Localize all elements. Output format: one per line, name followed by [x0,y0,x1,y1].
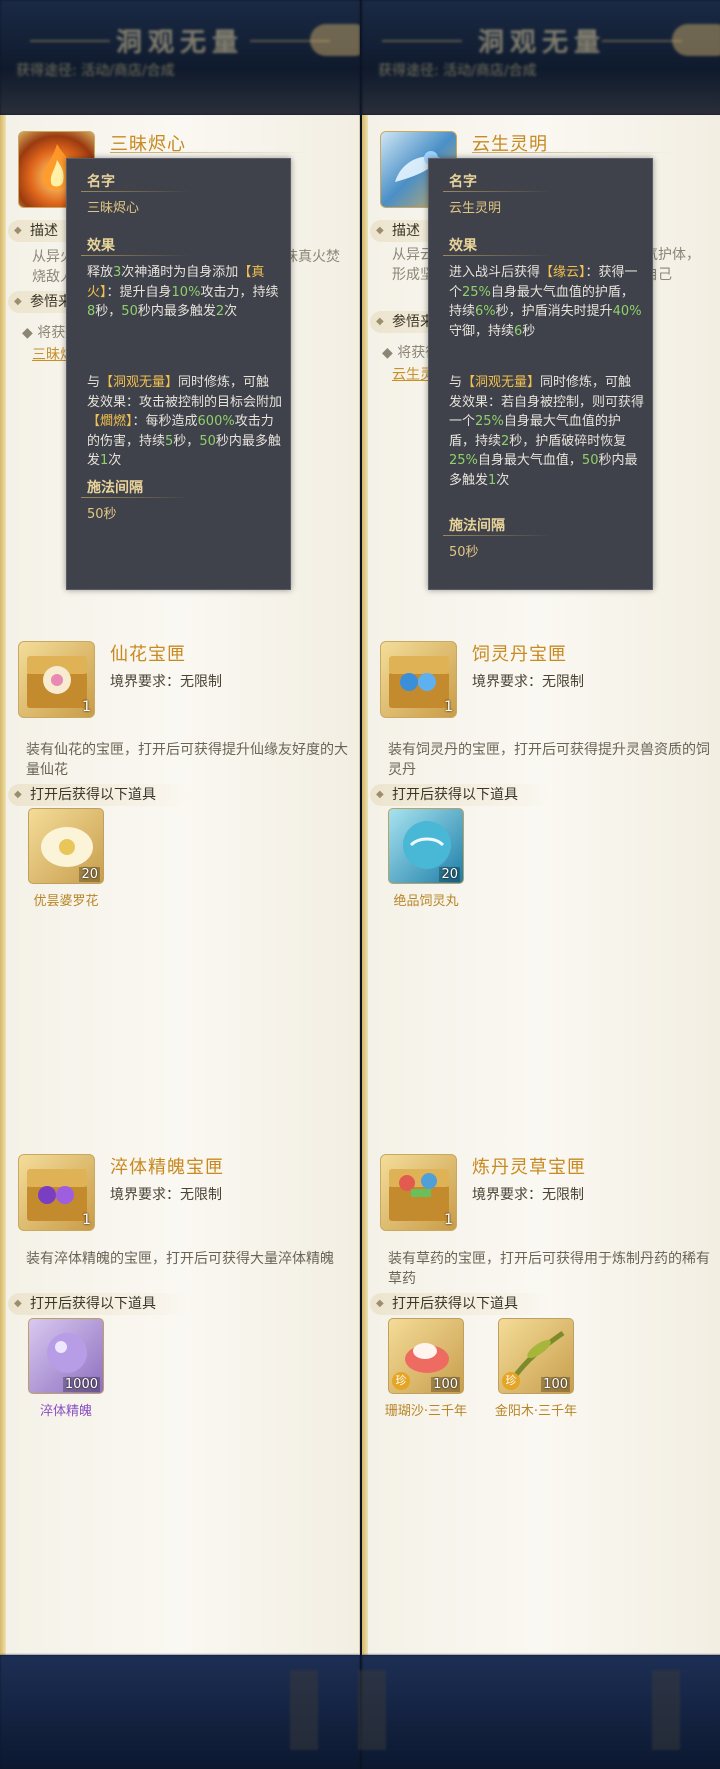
reward-item[interactable]: 珍 100 [388,1318,464,1394]
section-header-contents: 打开后获得以下道具 [8,1293,188,1315]
reward-item[interactable]: 1000 [28,1318,104,1394]
skill-tooltip: 名字 云生灵明 效果 进入战斗后获得【缘云】：获得一个25%自身最大气血值的护盾… [428,158,653,590]
item-detail-card: 1 仙花宝匣 境界要求：无限制 装有仙花的宝匣，打开后可获得提升仙缘友好度的大量… [0,625,360,1138]
section-header-contents: 打开后获得以下道具 [370,1293,550,1315]
tooltip-cast-value: 50秒 [87,507,117,522]
reward-item-name: 淬体精魄 [39,1404,92,1419]
item-name: 饲灵丹宝匣 [472,644,567,665]
reward-item[interactable]: 20 [388,808,464,884]
item-name: 淬体精魄宝匣 [110,1157,224,1178]
blurred-header: 洞观无量 获得途径: 活动/商店/合成 [0,0,360,115]
realm-requirement: 境界要求：无限制 [472,674,584,690]
blurred-footer [358,1655,720,1769]
header-subtitle: 获得途径: 活动/商店/合成 [16,63,175,79]
header-button[interactable] [672,24,720,56]
section-header-contents: 打开后获得以下道具 [8,784,188,806]
item-detail-card: 1 炼丹灵草宝匣 境界要求：无限制 装有草药的宝匣，打开后可获得用于炼制丹药的稀… [362,1138,720,1655]
reward-item-name: 金阳木·三千年 [494,1404,578,1419]
tooltip-effect-label: 效果 [87,238,115,254]
item-description: 装有饲灵丹的宝匣，打开后可获得提升灵兽资质的饲灵丹 [388,742,710,778]
treasure-chest-icon: 1 [18,641,95,718]
divider [81,191,191,192]
footer-button[interactable] [290,1670,318,1750]
reward-item[interactable]: 20 [28,808,104,884]
tooltip-name-label: 名字 [449,174,477,190]
item-description: 装有仙花的宝匣，打开后可获得提升仙缘友好度的大量仙花 [26,742,348,778]
realm-requirement: 境界要求：无限制 [472,1187,584,1203]
divider [81,497,191,498]
item-name: 仙花宝匣 [110,644,186,665]
skill-detail-card: 云生灵明 描述 从异云中凝聚而出的灵明之气，以周遭灵气护体，形成坚固的护盾，讲求… [362,115,720,625]
item-detail-card: 1 饲灵丹宝匣 境界要求：无限制 装有饲灵丹的宝匣，打开后可获得提升灵兽资质的饲… [362,625,720,1138]
divider [443,255,553,256]
reward-item[interactable]: 珍 100 [498,1318,574,1394]
header-divider [602,40,682,42]
skill-detail-card: 三昧烬心 描述 从异火中提炼而出的真火之种，可召唤三昧真火焚烧敌人，造成持续灼烧… [0,115,360,625]
tooltip-effect-p1: 进入战斗后获得【缘云】：获得一个25%自身最大气血值的护盾，持续6%秒，护盾消失… [449,265,642,339]
realm-requirement: 境界要求：无限制 [110,674,222,690]
divider [443,535,553,536]
reward-item-name: 绝品饲灵丸 [393,894,459,909]
divider [443,191,553,192]
name-underline [110,152,310,153]
tooltip-effect-p2: 与【洞观无量】同时修炼，可触发效果：若自身被控制，则可获得一个25%自身最大气血… [449,375,645,488]
tooltip-cast-value: 50秒 [449,545,479,560]
left-column: 洞观无量 获得途径: 活动/商店/合成 三昧烬心 描述 从异火中提炼而出的真火之… [0,0,360,1769]
realm-requirement: 境界要求：无限制 [110,1187,222,1203]
tooltip-cast-label: 施法间隔 [449,518,505,534]
divider [81,255,191,256]
tooltip-effect-p2: 与【洞观无量】同时修炼，可触发效果：攻击被控制的目标会附加【爓燃】：每秒造成60… [87,375,283,468]
skill-tooltip: 名字 三昧烬心 效果 释放3次神通时为自身添加【真火】：提升自身10%攻击力，持… [66,158,291,590]
treasure-chest-icon: 1 [18,1154,95,1231]
reward-item-name: 优昙婆罗花 [33,894,99,909]
reward-item-name: 珊瑚沙·三千年 [384,1404,468,1419]
tooltip-effect-p1: 释放3次神通时为自身添加【真火】：提升自身10%攻击力，持续8秒，50秒内最多触… [87,265,279,319]
section-header-contents: 打开后获得以下道具 [370,784,550,806]
footer-button[interactable] [652,1670,680,1750]
tooltip-name-value: 云生灵明 [449,201,502,216]
item-description: 装有草药的宝匣，打开后可获得用于炼制丹药的稀有草药 [388,1251,710,1287]
item-name: 炼丹灵草宝匣 [472,1157,586,1178]
footer-button[interactable] [358,1670,386,1750]
blurred-footer [0,1655,360,1769]
treasure-chest-icon: 1 [380,641,457,718]
right-column: 洞观无量 获得途径: 活动/商店/合成 云生灵明 描述 从异云中凝聚而出的灵明之… [358,0,720,1769]
header-button[interactable] [310,24,360,56]
header-subtitle: 获得途径: 活动/商店/合成 [378,63,537,79]
item-description: 装有淬体精魄的宝匣，打开后可获得大量淬体精魄 [26,1251,334,1267]
screenshot-collage: 洞观无量 获得途径: 活动/商店/合成 三昧烬心 描述 从异火中提炼而出的真火之… [0,0,720,1769]
tooltip-cast-label: 施法间隔 [87,480,143,496]
treasure-chest-icon: 1 [380,1154,457,1231]
tooltip-name-value: 三昧烬心 [87,201,140,216]
item-detail-card: 1 淬体精魄宝匣 境界要求：无限制 装有淬体精魄的宝匣，打开后可获得大量淬体精魄… [0,1138,360,1655]
blurred-header: 洞观无量 获得途径: 活动/商店/合成 [362,0,720,115]
tooltip-name-label: 名字 [87,174,115,190]
tooltip-effect-label: 效果 [449,238,477,254]
name-underline [472,152,672,153]
